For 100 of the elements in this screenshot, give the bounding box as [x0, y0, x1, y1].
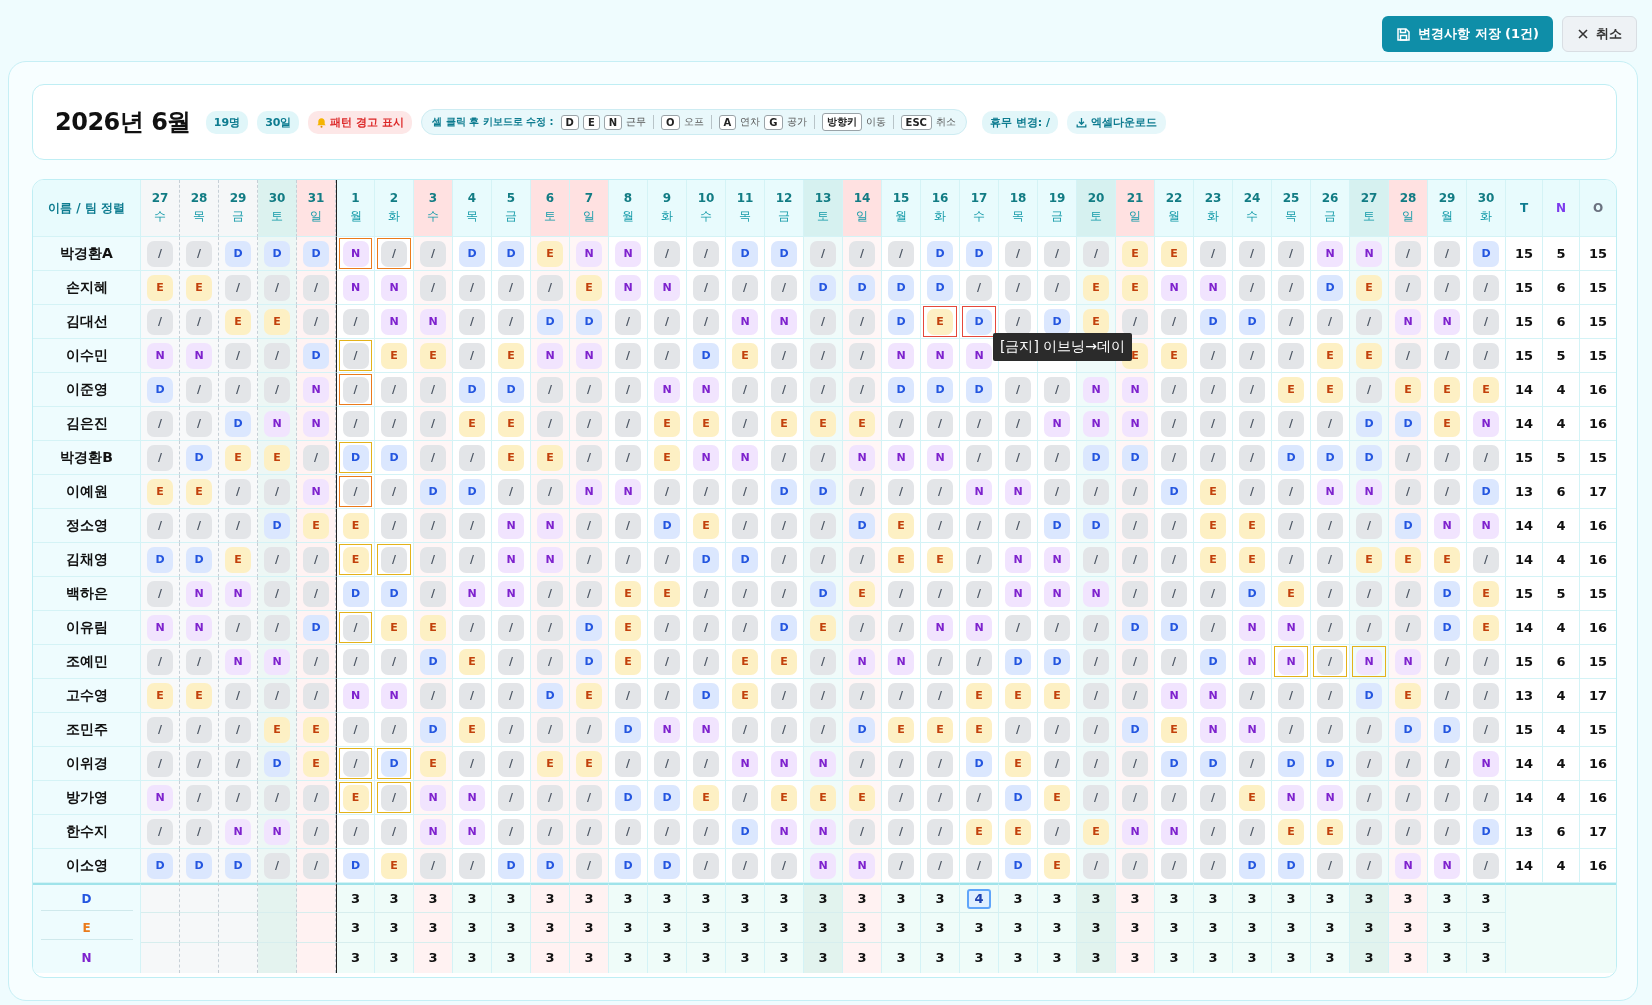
shift-chip[interactable]: N: [654, 274, 680, 301]
shift-chip[interactable]: /: [381, 546, 407, 573]
shift-chip[interactable]: E: [1239, 512, 1265, 539]
shift-chip[interactable]: N: [381, 308, 407, 335]
shift-chip[interactable]: /: [1356, 818, 1382, 845]
shift-chip[interactable]: /: [1044, 750, 1070, 777]
shift-chip[interactable]: /: [1044, 478, 1070, 505]
shift-chip[interactable]: /: [225, 750, 251, 777]
shift-chip[interactable]: /: [420, 444, 446, 471]
shift-chip[interactable]: E: [303, 716, 329, 743]
shift-chip[interactable]: N: [1317, 784, 1343, 811]
shift-chip[interactable]: N: [1083, 580, 1109, 607]
shift-chip[interactable]: E: [1161, 342, 1187, 369]
shift-chip[interactable]: N: [342, 682, 369, 709]
shift-chip[interactable]: D: [1044, 648, 1070, 675]
shift-chip[interactable]: /: [615, 818, 641, 845]
shift-chip[interactable]: D: [1473, 478, 1499, 505]
shift-chip[interactable]: /: [498, 274, 524, 301]
shift-chip[interactable]: D: [1356, 410, 1382, 437]
shift-chip[interactable]: /: [615, 342, 641, 369]
shift-chip[interactable]: N: [225, 580, 251, 607]
shift-chip[interactable]: /: [381, 240, 407, 267]
shift-chip[interactable]: /: [420, 274, 446, 301]
shift-chip[interactable]: E: [576, 274, 602, 301]
shift-chip[interactable]: /: [576, 512, 602, 539]
shift-chip[interactable]: N: [537, 342, 563, 369]
shift-chip[interactable]: /: [615, 750, 641, 777]
shift-chip[interactable]: /: [1122, 512, 1148, 539]
shift-chip[interactable]: /: [849, 240, 875, 267]
shift-chip[interactable]: /: [576, 716, 602, 743]
shift-chip[interactable]: D: [420, 716, 446, 743]
shift-chip[interactable]: N: [615, 478, 641, 505]
shift-chip[interactable]: D: [498, 852, 524, 879]
shift-chip[interactable]: D: [381, 750, 407, 777]
shift-chip[interactable]: D: [1434, 716, 1460, 743]
shift-chip[interactable]: /: [303, 308, 329, 335]
shift-chip[interactable]: D: [186, 852, 212, 879]
shift-chip[interactable]: D: [966, 308, 992, 335]
shift-chip[interactable]: D: [1044, 308, 1070, 335]
shift-chip[interactable]: E: [927, 716, 953, 743]
shift-chip[interactable]: N: [1395, 308, 1421, 335]
shift-chip[interactable]: E: [498, 342, 524, 369]
shift-chip[interactable]: D: [849, 512, 875, 539]
shift-chip[interactable]: /: [264, 852, 290, 879]
shift-chip[interactable]: E: [849, 784, 875, 811]
shift-chip[interactable]: /: [186, 818, 212, 845]
shift-chip[interactable]: /: [1005, 444, 1031, 471]
shift-chip[interactable]: /: [810, 342, 836, 369]
shift-chip[interactable]: E: [1044, 784, 1070, 811]
shift-chip[interactable]: /: [654, 308, 680, 335]
shift-chip[interactable]: /: [810, 716, 836, 743]
shift-chip[interactable]: /: [264, 614, 290, 641]
shift-chip[interactable]: /: [1317, 546, 1343, 573]
shift-chip[interactable]: /: [888, 852, 914, 879]
shift-chip[interactable]: D: [1122, 716, 1148, 743]
shift-chip[interactable]: /: [186, 750, 212, 777]
shift-chip[interactable]: E: [615, 580, 641, 607]
shift-chip[interactable]: D: [1083, 512, 1109, 539]
shift-chip[interactable]: /: [459, 308, 485, 335]
shift-chip[interactable]: E: [927, 308, 953, 335]
shift-chip[interactable]: D: [810, 274, 836, 301]
shift-chip[interactable]: /: [1473, 648, 1499, 675]
shift-chip[interactable]: D: [1200, 308, 1226, 335]
shift-chip[interactable]: /: [927, 852, 953, 879]
shift-chip[interactable]: D: [1278, 444, 1304, 471]
shift-chip[interactable]: /: [459, 750, 485, 777]
shift-chip[interactable]: /: [459, 512, 485, 539]
shift-chip[interactable]: /: [1395, 580, 1421, 607]
shift-chip[interactable]: /: [1005, 614, 1031, 641]
shift-chip[interactable]: N: [1239, 614, 1265, 641]
shift-chip[interactable]: E: [576, 750, 602, 777]
shift-chip[interactable]: D: [186, 444, 212, 471]
shift-chip[interactable]: /: [1200, 614, 1226, 641]
shift-chip[interactable]: E: [186, 274, 212, 301]
shift-chip[interactable]: /: [1083, 784, 1109, 811]
shift-chip[interactable]: /: [1005, 512, 1031, 539]
shift-chip[interactable]: E: [147, 478, 173, 505]
shift-chip[interactable]: E: [147, 274, 173, 301]
shift-chip[interactable]: N: [1317, 478, 1343, 505]
shift-chip[interactable]: N: [342, 274, 369, 301]
shift-chip[interactable]: /: [147, 308, 173, 335]
shift-chip[interactable]: /: [225, 512, 251, 539]
shift-chip[interactable]: D: [1434, 580, 1460, 607]
shift-chip[interactable]: /: [576, 818, 602, 845]
shift-chip[interactable]: D: [1122, 614, 1148, 641]
shift-chip[interactable]: E: [420, 342, 446, 369]
shift-chip[interactable]: E: [888, 512, 914, 539]
shift-chip[interactable]: /: [1356, 376, 1382, 403]
shift-chip[interactable]: D: [1395, 512, 1421, 539]
shift-chip[interactable]: /: [420, 682, 446, 709]
shift-chip[interactable]: E: [264, 716, 290, 743]
shift-chip[interactable]: /: [459, 546, 485, 573]
shift-chip[interactable]: /: [927, 784, 953, 811]
shift-chip[interactable]: /: [1473, 682, 1499, 709]
shift-chip[interactable]: /: [654, 750, 680, 777]
shift-chip[interactable]: /: [1395, 240, 1421, 267]
shift-chip[interactable]: /: [810, 444, 836, 471]
shift-chip[interactable]: /: [1434, 444, 1460, 471]
shift-chip[interactable]: /: [342, 410, 369, 437]
shift-chip[interactable]: E: [147, 682, 173, 709]
